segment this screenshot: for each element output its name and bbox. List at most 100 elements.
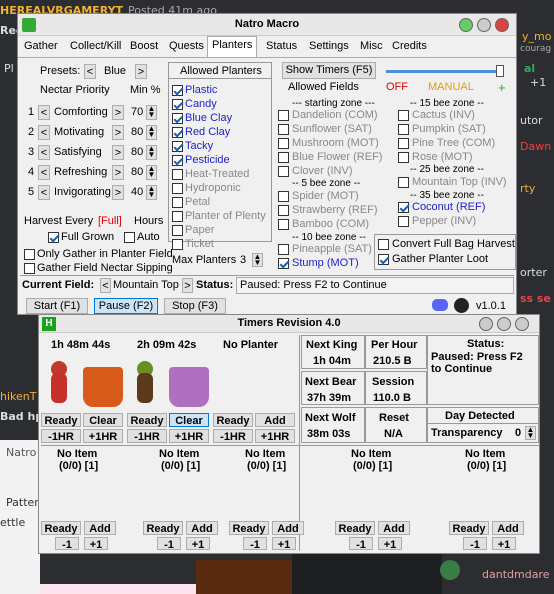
item-plus-button[interactable]: +1 — [272, 537, 296, 551]
planter-checkbox[interactable] — [172, 113, 183, 124]
nectar-next-button[interactable]: > — [112, 185, 124, 200]
minus-hour-button[interactable]: -1HR — [127, 429, 167, 443]
item-add-button[interactable]: Add — [378, 521, 410, 535]
slider-track[interactable] — [386, 70, 504, 73]
presets-prev-button[interactable]: < — [84, 64, 96, 79]
maximize-button[interactable] — [477, 18, 491, 32]
plus-hour-button[interactable]: +1HR — [83, 429, 123, 443]
tab-status[interactable]: Status — [266, 40, 297, 52]
field-checkbox[interactable] — [398, 110, 409, 121]
item-add-button[interactable]: Add — [186, 521, 218, 535]
planter-checkbox[interactable] — [172, 155, 183, 166]
tab-settings[interactable]: Settings — [309, 40, 349, 52]
field-checkbox[interactable] — [398, 177, 409, 188]
item-add-button[interactable]: Add — [84, 521, 116, 535]
field-checkbox[interactable] — [278, 152, 289, 163]
planter-checkbox[interactable] — [172, 169, 183, 180]
field-checkbox[interactable] — [398, 124, 409, 135]
pause-button[interactable]: Pause (F2) — [94, 298, 158, 314]
field-checkbox[interactable] — [398, 152, 409, 163]
nectar-prev-button[interactable]: < — [38, 185, 50, 200]
timers-close-button[interactable] — [515, 317, 529, 331]
field-checkbox[interactable] — [278, 205, 289, 216]
field-checkbox[interactable] — [278, 219, 289, 230]
item-minus-button[interactable]: -1 — [157, 537, 181, 551]
show-timers-button[interactable]: Show Timers (F5) — [282, 62, 376, 79]
close-button[interactable] — [495, 18, 509, 32]
tab-credits[interactable]: Credits — [392, 40, 427, 52]
planter-checkbox[interactable] — [172, 127, 183, 138]
gather-nectar-checkbox[interactable] — [24, 263, 35, 274]
gather-loot-checkbox[interactable] — [378, 254, 389, 265]
clear-button[interactable]: Add — [255, 413, 295, 427]
planter-checkbox[interactable] — [172, 85, 183, 96]
nectar-prev-button[interactable]: < — [38, 165, 50, 180]
planter-checkbox[interactable] — [172, 197, 183, 208]
item-ready-button[interactable]: Ready — [41, 521, 81, 535]
field-checkbox[interactable] — [278, 166, 289, 177]
github-icon[interactable] — [454, 298, 469, 313]
field-checkbox[interactable] — [278, 138, 289, 149]
minimize-button[interactable] — [459, 18, 473, 32]
minus-hour-button[interactable]: -1HR — [41, 429, 81, 443]
auto-checkbox[interactable] — [124, 232, 135, 243]
add-field-button[interactable]: + — [498, 80, 506, 95]
field-checkbox[interactable] — [398, 138, 409, 149]
item-minus-button[interactable]: -1 — [55, 537, 79, 551]
start-button[interactable]: Start (F1) — [26, 298, 88, 314]
fields-manual-label[interactable]: MANUAL — [428, 81, 474, 93]
tab-planters[interactable]: Planters — [207, 36, 258, 57]
field-checkbox[interactable] — [278, 244, 289, 255]
max-planters-stepper[interactable]: ▲ ▼ — [252, 253, 263, 267]
item-ready-button[interactable]: Ready — [335, 521, 375, 535]
item-plus-button[interactable]: +1 — [186, 537, 210, 551]
planter-checkbox[interactable] — [172, 183, 183, 194]
tab-quests[interactable]: Quests — [169, 40, 204, 52]
timers-titlebar[interactable]: H Timers Revision 4.0 — [39, 315, 539, 333]
natro-titlebar[interactable]: Natro Macro — [18, 14, 516, 36]
fields-off-label[interactable]: OFF — [386, 81, 408, 93]
tab-boost[interactable]: Boost — [130, 40, 158, 52]
plus-hour-button[interactable]: +1HR — [255, 429, 295, 443]
nectar-prev-button[interactable]: < — [38, 125, 50, 140]
ready-button[interactable]: Ready — [213, 413, 253, 427]
plus-hour-button[interactable]: +1HR — [169, 429, 209, 443]
transparency-stepper[interactable]: ▲ ▼ — [525, 426, 536, 440]
nectar-next-button[interactable]: > — [112, 145, 124, 160]
field-checkbox[interactable] — [398, 202, 409, 213]
field-checkbox[interactable] — [398, 216, 409, 227]
field-checkbox[interactable] — [278, 191, 289, 202]
nectar-next-button[interactable]: > — [112, 125, 124, 140]
item-add-button[interactable]: Add — [272, 521, 304, 535]
nectar-min-stepper[interactable]: ▲ ▼ — [146, 185, 157, 200]
item-plus-button[interactable]: +1 — [378, 537, 402, 551]
nectar-prev-button[interactable]: < — [38, 145, 50, 160]
tab-collect-kill[interactable]: Collect/Kill — [70, 40, 121, 52]
item-plus-button[interactable]: +1 — [492, 537, 516, 551]
item-ready-button[interactable]: Ready — [449, 521, 489, 535]
presets-next-button[interactable]: > — [135, 64, 147, 79]
full-grown-checkbox[interactable] — [48, 232, 59, 243]
item-add-button[interactable]: Add — [492, 521, 524, 535]
item-minus-button[interactable]: -1 — [243, 537, 267, 551]
nectar-min-stepper[interactable]: ▲ ▼ — [146, 105, 157, 120]
field-next-button[interactable]: > — [182, 278, 193, 293]
nectar-prev-button[interactable]: < — [38, 105, 50, 120]
nectar-next-button[interactable]: > — [112, 165, 124, 180]
field-checkbox[interactable] — [278, 124, 289, 135]
nectar-min-stepper[interactable]: ▲ ▼ — [146, 165, 157, 180]
ready-button[interactable]: Ready — [41, 413, 81, 427]
field-checkbox[interactable] — [278, 110, 289, 121]
nectar-min-stepper[interactable]: ▲ ▼ — [146, 145, 157, 160]
planter-checkbox[interactable] — [172, 225, 183, 236]
minus-hour-button[interactable]: -1HR — [213, 429, 253, 443]
timers-maximize-button[interactable] — [497, 317, 511, 331]
discord-icon[interactable] — [432, 299, 448, 311]
item-minus-button[interactable]: -1 — [349, 537, 373, 551]
slider-thumb[interactable] — [496, 65, 504, 77]
timers-minimize-button[interactable] — [479, 317, 493, 331]
clear-button[interactable]: Clear — [83, 413, 123, 427]
nectar-next-button[interactable]: > — [112, 105, 124, 120]
clear-button[interactable]: Clear — [169, 413, 209, 427]
only-gather-checkbox[interactable] — [24, 249, 35, 260]
